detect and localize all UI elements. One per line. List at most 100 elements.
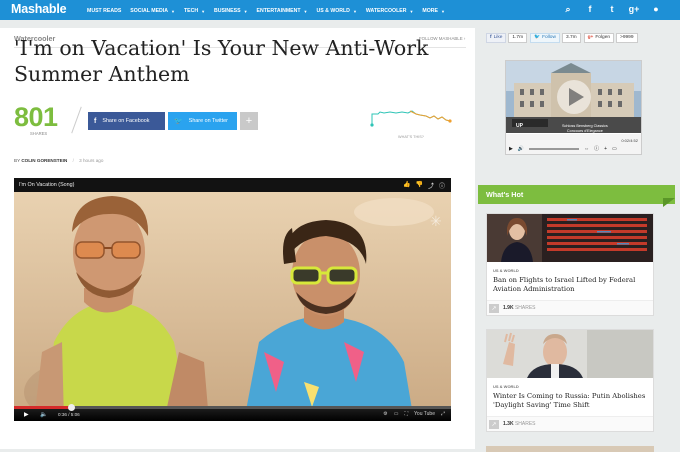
google-plus-widget[interactable]: g+ Folgen >9999 <box>583 32 638 43</box>
play-icon[interactable]: ▶ <box>509 146 513 152</box>
chevron-down-icon: ▼ <box>409 8 414 14</box>
facebook-like-button[interactable]: f Like <box>486 32 507 43</box>
hot-article-card[interactable]: US & WORLD Winter Is Coming to Russia: P… <box>486 329 654 432</box>
video-player[interactable]: I'm On Vacation (Song) 👍 👎 ⤴ ⓘ ✳ ▶ 🔈 0:3… <box>14 178 451 421</box>
byline: BY COLIN GORENSTEIN / 3 hours ago <box>14 158 103 163</box>
plus-icon[interactable]: + <box>604 146 607 152</box>
volume-slider[interactable] <box>529 147 580 150</box>
share-on-facebook-button[interactable]: f Share on Facebook <box>88 112 165 130</box>
whats-hot-header: What's Hot <box>478 185 675 204</box>
chevron-down-icon: ▼ <box>201 8 206 14</box>
gplus-label: Folgen <box>595 35 611 40</box>
info-icon[interactable]: ⓘ <box>439 181 445 190</box>
card-share-bar: ↗ 1.9K SHARES <box>487 300 653 315</box>
card-share-bar: ↗ 1.3K SHARES <box>487 416 653 431</box>
facebook-icon: f <box>94 117 97 125</box>
video-scrubber-knob[interactable] <box>67 404 75 411</box>
nav-item-social-media[interactable]: SOCIAL MEDIA ▼ <box>130 6 175 16</box>
play-icon[interactable]: ▶ <box>24 411 29 418</box>
card-title[interactable]: Ban on Flights to Israel Lifted by Feder… <box>493 276 648 294</box>
nav-item-label: SOCIAL MEDIA <box>130 8 168 14</box>
like-count: 1.7m <box>508 32 528 43</box>
card-share-count: 1.3K SHARES <box>503 421 536 427</box>
video-progress-fill <box>14 406 71 409</box>
video-title[interactable]: I'm On Vacation (Song) <box>19 182 74 188</box>
article-thumbnail[interactable] <box>487 330 653 378</box>
nav-item-us-world[interactable]: US & WORLD ▼ <box>317 6 357 16</box>
ribbon-fold <box>663 198 675 207</box>
share-on-twitter-button[interactable]: 🐦 Share on Twitter <box>168 112 237 130</box>
svg-text:✳: ✳ <box>430 214 442 230</box>
facebook-icon[interactable]: f <box>584 3 596 15</box>
more-share-button[interactable]: + <box>240 112 258 130</box>
share-icon[interactable]: ↗ <box>489 304 499 313</box>
twitter-bird-icon: 🐦 <box>174 118 183 125</box>
svg-text:UP: UP <box>516 123 524 129</box>
thumbs-up-icon[interactable]: 👍 <box>403 181 410 190</box>
hot-article-card[interactable]: US & WORLD Ban on Flights to Israel Lift… <box>486 213 654 316</box>
shares-label: SHARES <box>30 131 48 136</box>
card-title[interactable]: Winter Is Coming to Russia: Putin Abolis… <box>493 392 648 410</box>
thumbs-down-icon[interactable]: 👎 <box>415 181 422 190</box>
author-name[interactable]: COLIN GORENSTEIN <box>21 158 67 163</box>
volume-icon[interactable]: 🔈 <box>40 411 47 418</box>
cast-icon[interactable]: ⛶ <box>405 411 409 417</box>
gplus-count: >9999 <box>616 32 638 43</box>
card-channel[interactable]: US & WORLD <box>493 268 519 273</box>
video-right-controls: ⚙ ▭ ⛶ You Tube ⤢ <box>383 411 445 417</box>
video-controls: ▶ 🔈 0:36 / 5:06 ⚙ ▭ ⛶ You Tube ⤢ <box>14 404 451 421</box>
chevron-down-icon: ▼ <box>243 8 248 14</box>
share-icon[interactable]: ↗ <box>489 420 499 429</box>
share-count: 801 <box>14 102 58 132</box>
article-thumbnail[interactable] <box>487 214 653 262</box>
google-plus-follow-button[interactable]: g+ Folgen <box>583 32 615 43</box>
chevron-down-icon: ▼ <box>303 8 308 14</box>
nav-menu: MUST READS SOCIAL MEDIA ▼ TECH ▼ BUSINESS ▼ ENT… <box>87 6 454 16</box>
ad-control-icons: ▶ 🔊 ⇔ ⓘ + ▭ <box>509 145 617 153</box>
hd-icon[interactable]: ⇔ <box>584 146 589 152</box>
volume-icon[interactable]: 🔊 <box>518 146 524 152</box>
video-title-bar: I'm On Vacation (Song) 👍 👎 ⤴ ⓘ <box>14 178 451 192</box>
twitter-follow-button[interactable]: 🐦 Follow <box>530 32 560 43</box>
byline-separator: / <box>72 158 74 163</box>
nav-item-more[interactable]: MORE ▼ <box>422 6 445 16</box>
follow-label: Follow <box>542 35 556 40</box>
hot-article-card-partial[interactable] <box>486 446 654 452</box>
mashable-logo[interactable]: Mashable <box>11 2 67 16</box>
nav-item-tech[interactable]: TECH ▼ <box>184 6 205 16</box>
settings-icon[interactable]: ⚙ <box>383 411 387 417</box>
share-number: 1.9K <box>503 305 514 311</box>
ad-controls: 0:02/4:52 ▶ 🔊 ⇔ ⓘ + ▭ <box>506 134 641 154</box>
nav-item-entertainment[interactable]: ENTERTAINMENT ▼ <box>257 6 308 16</box>
facebook-button-label: Share on Facebook <box>102 118 150 124</box>
info-icon[interactable]: ⓘ <box>594 145 599 152</box>
google-plus-icon[interactable]: g+ <box>628 3 640 15</box>
user-icon[interactable]: ● <box>650 3 662 15</box>
search-icon[interactable]: ⌕ <box>562 3 574 15</box>
nav-item-must-reads[interactable]: MUST READS <box>87 6 121 16</box>
twitter-follow-widget[interactable]: 🐦 Follow 3.7m <box>530 32 581 43</box>
fullscreen-icon[interactable]: ▭ <box>612 146 617 152</box>
nav-item-watercooler[interactable]: WATERCOOLER ▼ <box>366 6 414 16</box>
nav-icons: ⌕ f t g+ ● <box>562 3 662 15</box>
card-channel[interactable]: US & WORLD <box>493 384 519 389</box>
chevron-down-icon: ▼ <box>440 8 445 14</box>
fullscreen-icon[interactable]: ⤢ <box>441 411 445 417</box>
theater-icon[interactable]: ▭ <box>394 411 399 417</box>
velocity-graph[interactable] <box>370 106 452 132</box>
nav-item-label: TECH <box>183 8 199 14</box>
publish-time: 3 hours ago <box>79 158 104 163</box>
twitter-icon[interactable]: t <box>606 3 618 15</box>
ad-caption: Schloss Bensberg Classics Concours d'Ele… <box>562 124 608 134</box>
chevron-down-icon: ▼ <box>352 8 357 14</box>
facebook-like-widget[interactable]: f Like 1.7m <box>486 32 528 43</box>
video-progress-bar[interactable] <box>14 404 451 411</box>
whats-this-link[interactable]: WHAT'S THIS? <box>398 135 424 139</box>
share-icon[interactable]: ⤴ <box>428 181 434 190</box>
share-number: 1.3K <box>503 421 514 427</box>
nav-item-business[interactable]: BUSINESS ▼ <box>214 6 248 16</box>
card-share-count: 1.9K SHARES <box>503 305 536 311</box>
youtube-logo[interactable]: You Tube <box>414 411 435 417</box>
article-title: 'I'm on Vacation' Is Your New Anti-Work … <box>14 36 429 86</box>
ad-video-player[interactable]: UP Schloss Bensberg Classics Concours d'… <box>505 60 642 155</box>
